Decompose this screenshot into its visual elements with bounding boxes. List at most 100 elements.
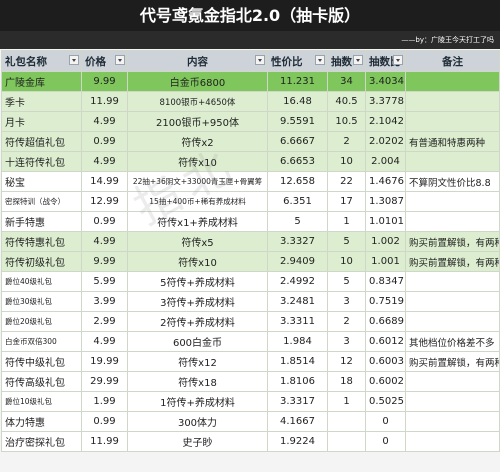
value-cell: 1.8106 [267, 371, 328, 392]
table-row: 白金币双倍300 4.99 600白金币 1.984 3 0.6012 其他档位价格差不多 [1, 331, 500, 352]
note-cell [405, 431, 500, 452]
table-row: 密探特训（战令） 12.99 15抽+400币+稀有养成材料 6.351 17 1.308… [1, 191, 500, 212]
price-cell: 14.99 [81, 171, 128, 192]
content-cell: 符传x10 [127, 151, 268, 172]
pack-name-cell: 符传特惠礼包 [1, 231, 82, 252]
pulls-cell: 18 [327, 371, 366, 392]
note-cell [405, 151, 500, 172]
pulls-cell [327, 411, 366, 432]
header-price: 价格 [81, 50, 128, 72]
ratio-cell: 1.0101 [365, 211, 406, 232]
filter-dropdown-icon[interactable] [315, 55, 325, 65]
table-row: 符传特惠礼包 4.99 符传x5 3.3327 5 1.002 购买前置解锁，有两种 [1, 231, 500, 252]
header-note: 备注 [405, 50, 500, 72]
note-cell [405, 111, 500, 132]
table-row: 爵位20级礼包 2.99 2符传+养成材料 3.3311 2 0.6689 [1, 311, 500, 332]
pack-name-cell: 符传中级礼包 [1, 351, 82, 372]
pack-name-cell: 秘宝 [1, 171, 82, 192]
pack-name-cell: 符传超值礼包 [1, 131, 82, 152]
note-cell [405, 371, 500, 392]
note-cell: 购买前置解锁，有两种 [405, 251, 500, 272]
value-cell: 1.9224 [267, 431, 328, 452]
note-cell: 其他档位价格差不多 [405, 331, 500, 352]
note-cell: 不算阴文性价比8.8 [405, 171, 500, 192]
header-content: 内容 [127, 50, 268, 72]
value-cell: 5 [267, 211, 328, 232]
pack-name-cell: 治疗密探礼包 [1, 431, 82, 452]
ratio-cell: 2.004 [365, 151, 406, 172]
value-cell: 1.984 [267, 331, 328, 352]
pulls-cell: 10 [327, 151, 366, 172]
ratio-cell: 2.1042 [365, 111, 406, 132]
ratio-cell: 0 [365, 431, 406, 452]
table-row: 符传中级礼包 19.99 符传x12 1.8514 12 0.6003 购买前置解锁，有两种 [1, 351, 500, 372]
ratio-cell: 0.8347 [365, 271, 406, 292]
note-cell [405, 391, 500, 412]
pulls-cell: 3 [327, 291, 366, 312]
table-row: 十连符传礼包 4.99 符传x10 6.6653 10 2.004 [1, 151, 500, 172]
table-row: 爵位40级礼包 5.99 5符传+养成材料 2.4992 5 0.8347 [1, 271, 500, 292]
note-cell [405, 211, 500, 232]
pulls-cell: 22 [327, 171, 366, 192]
ratio-cell: 2.0202 [365, 131, 406, 152]
value-cell: 3.3311 [267, 311, 328, 332]
pulls-cell: 3 [327, 331, 366, 352]
note-cell [405, 71, 500, 92]
price-cell: 4.99 [81, 151, 128, 172]
pulls-cell: 12 [327, 351, 366, 372]
table-row: 爵位10级礼包 1.99 1符传+养成材料 3.3317 1 0.5025 [1, 391, 500, 412]
price-cell: 9.99 [81, 71, 128, 92]
content-cell: 5符传+养成材料 [127, 271, 268, 292]
value-cell: 2.4992 [267, 271, 328, 292]
price-cell: 0.99 [81, 411, 128, 432]
ratio-cell: 0.7519 [365, 291, 406, 312]
price-cell: 0.99 [81, 131, 128, 152]
value-cell: 6.6667 [267, 131, 328, 152]
pulls-cell [327, 431, 366, 452]
pulls-cell: 1 [327, 391, 366, 412]
note-cell [405, 271, 500, 292]
pulls-cell: 1 [327, 211, 366, 232]
pulls-cell: 5 [327, 271, 366, 292]
ratio-cell: 3.3778 [365, 91, 406, 112]
pack-name-cell: 爵位40级礼包 [1, 271, 82, 292]
pack-table: 礼包名称 价格 内容 性价比 抽数 抽数比 备注 广陵金库 9.99 白金币6800… [1, 50, 500, 452]
header-ratio: 抽数比 [365, 50, 406, 72]
pack-name-cell: 符传初级礼包 [1, 251, 82, 272]
pack-name-cell: 符传高级礼包 [1, 371, 82, 392]
note-cell [405, 311, 500, 332]
value-cell: 6.351 [267, 191, 328, 212]
ratio-cell: 1.4676 [365, 171, 406, 192]
value-cell: 6.6653 [267, 151, 328, 172]
content-cell: 白金币6800 [127, 71, 268, 92]
pack-name-cell: 密探特训（战令） [1, 191, 82, 212]
price-cell: 11.99 [81, 91, 128, 112]
ratio-cell: 0.6003 [365, 351, 406, 372]
content-cell: 22抽+36阴文+33000青玉匣+骨翼筹 [127, 171, 268, 192]
ratio-cell: 0 [365, 411, 406, 432]
ratio-cell: 0.6002 [365, 371, 406, 392]
header-name: 礼包名称 [1, 50, 82, 72]
filter-dropdown-icon[interactable] [115, 55, 125, 65]
filter-dropdown-icon[interactable] [255, 55, 265, 65]
value-cell: 12.658 [267, 171, 328, 192]
pack-name-cell: 十连符传礼包 [1, 151, 82, 172]
note-cell: 购买前置解锁，有两种 [405, 231, 500, 252]
filter-dropdown-icon[interactable] [393, 55, 403, 65]
pack-name-cell: 白金币双倍300 [1, 331, 82, 352]
content-cell: 8100银币+4650体 [127, 91, 268, 112]
ratio-cell: 3.4034 [365, 71, 406, 92]
price-cell: 3.99 [81, 291, 128, 312]
filter-dropdown-icon[interactable] [353, 55, 363, 65]
table-row: 新手特惠 0.99 符传x1+养成材料 5 1 1.0101 [1, 211, 500, 232]
price-cell: 9.99 [81, 251, 128, 272]
table-row: 广陵金库 9.99 白金币6800 11.231 34 3.4034 [1, 71, 500, 92]
credit-text: ——by：广陵王今天打工了吗 [401, 36, 494, 44]
note-cell: 有普通和特惠两种 [405, 131, 500, 152]
note-cell [405, 91, 500, 112]
credit-bar: ——by：广陵王今天打工了吗 [0, 31, 500, 49]
table-row: 符传超值礼包 0.99 符传x2 6.6667 2 2.0202 有普通和特惠两种 [1, 131, 500, 152]
value-cell: 2.9409 [267, 251, 328, 272]
filter-dropdown-icon[interactable] [69, 55, 79, 65]
content-cell: 300体力 [127, 411, 268, 432]
